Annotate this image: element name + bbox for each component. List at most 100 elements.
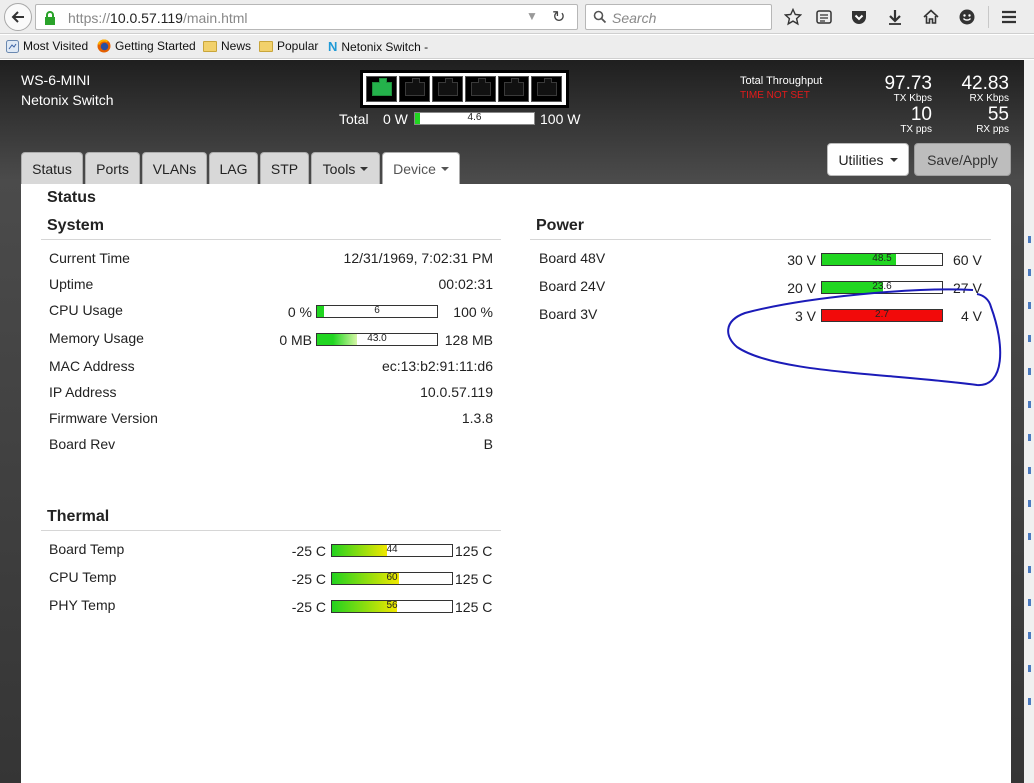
folder-icon [259,40,273,52]
phy-temp-max: 125 C [455,599,493,615]
port-3[interactable] [432,76,463,102]
board-temp-value: 44 [386,544,398,555]
reload-icon[interactable]: ↻ [552,7,565,27]
bookmark-label: Getting Started [115,39,196,53]
url-bar[interactable]: https://10.0.57.119/main.html ▼ ↻ [35,4,578,30]
caret-down-icon [440,167,449,171]
device-model: WS-6-MINI [21,72,91,88]
memory-usage-min: 0 MB [279,332,312,348]
button-label: Save/Apply [927,151,998,168]
board-temp-min: -25 C [291,543,326,559]
hello-icon[interactable] [956,6,978,28]
bookmark-label: News [221,39,252,53]
memory-usage-value: 43.0 [367,333,387,344]
cpu-usage-min: 0 % [287,304,312,320]
board-temp-label: Board Temp [49,541,125,557]
tab-stp[interactable]: STP [260,152,309,184]
port-6[interactable] [531,76,562,102]
pocket-icon[interactable] [848,6,870,28]
power-total-value: 4.6 [467,112,482,123]
power-max: 100 W [540,111,581,127]
tx-kbps-value: 97.73 [884,73,932,94]
utilities-button[interactable]: Utilities [827,143,909,176]
port-1[interactable] [366,76,397,102]
tx-pps-value: 10 [910,104,932,125]
phy-temp-min: -25 C [291,599,326,615]
netonix-icon: N [328,39,338,54]
bookmark-netonix[interactable]: N Netonix Switch - [328,39,428,54]
power-total-label: Total [339,111,369,127]
port-5[interactable] [498,76,529,102]
bookmark-label: Most Visited [23,39,89,53]
annotation-circle [727,288,1002,387]
port-4[interactable] [465,76,496,102]
memory-usage-max: 128 MB [444,332,493,348]
url-text[interactable]: https://10.0.57.119/main.html [68,10,248,26]
uptime-value: 00:02:31 [438,276,494,292]
board-rev-value: B [483,436,493,452]
bookmark-label: Netonix Switch - [341,39,429,54]
device-brand: Netonix Switch [21,92,114,108]
uptime-label: Uptime [49,276,94,292]
bookmark-label: Popular [277,39,319,53]
thermal-divider [41,530,501,531]
search-bar[interactable]: Search [585,4,772,30]
memory-usage-label: Memory Usage [49,330,144,346]
cpu-usage-label: CPU Usage [49,302,123,318]
tab-tools[interactable]: Tools [311,152,380,184]
board-temp-max: 125 C [455,543,493,559]
board-48v-label: Board 48V [539,250,606,266]
rx-pps-label: RX pps [976,124,1009,135]
tab-ports[interactable]: Ports [85,152,140,184]
tx-pps-label: TX pps [900,124,932,135]
cpu-usage-value: 6 [374,305,380,316]
save-apply-button[interactable]: Save/Apply [914,143,1011,176]
system-divider [41,239,501,240]
download-icon[interactable] [884,6,906,28]
url-dropdown-icon[interactable]: ▼ [526,9,538,23]
port-panel [360,70,569,108]
phy-temp-label: PHY Temp [49,597,116,613]
rx-kbps-label: RX Kbps [969,93,1009,104]
ip-address-label: IP Address [49,384,117,400]
firefox-icon [97,39,111,53]
board-48v-min: 30 V [787,252,816,268]
tab-label: Ports [96,160,129,177]
menu-icon[interactable] [998,6,1020,28]
bookmark-getting-started[interactable]: Getting Started [97,39,196,53]
scrollbar[interactable] [1024,60,1034,783]
rx-kbps-value: 42.83 [961,73,1009,94]
board-rev-label: Board Rev [49,436,116,452]
power-min: 0 W [383,111,408,127]
tab-lag[interactable]: LAG [209,152,258,184]
cpu-usage-max: 100 % [453,304,493,320]
throughput-title: Total Throughput [740,75,823,87]
back-button[interactable] [4,3,32,31]
current-time-value: 12/31/1969, 7:02:31 PM [343,250,493,266]
board-24v-label: Board 24V [539,278,606,294]
mac-address-label: MAC Address [49,358,135,374]
search-icon [593,10,607,24]
bookmark-news[interactable]: News [203,39,251,53]
port-2[interactable] [399,76,430,102]
board-48v-bar: 48.5 [821,253,943,266]
reading-list-icon[interactable] [813,6,835,28]
home-icon[interactable] [920,6,942,28]
tab-device[interactable]: Device [382,152,460,185]
bookmark-most-visited[interactable]: Most Visited [6,39,88,53]
rx-pps-value: 55 [987,104,1009,125]
tab-label: Tools [322,160,356,177]
main-panel [21,184,1011,783]
bookmark-popular[interactable]: Popular [259,39,318,53]
cpu-usage-bar: 6 [316,305,438,318]
bookmark-star-icon[interactable] [782,6,804,28]
browser-toolbar: https://10.0.57.119/main.html ▼ ↻ Search [0,0,1034,34]
cpu-temp-value: 60 [386,572,398,583]
firmware-version-label: Firmware Version [49,410,158,426]
caret-down-icon [360,166,369,171]
tab-label: STP [270,160,299,177]
tab-vlans[interactable]: VLANs [142,152,207,184]
tab-status[interactable]: Status [21,152,83,184]
bookmarks-bar: Most Visited Getting Started News Popula… [0,35,1034,59]
button-label: Utilities [838,151,884,168]
